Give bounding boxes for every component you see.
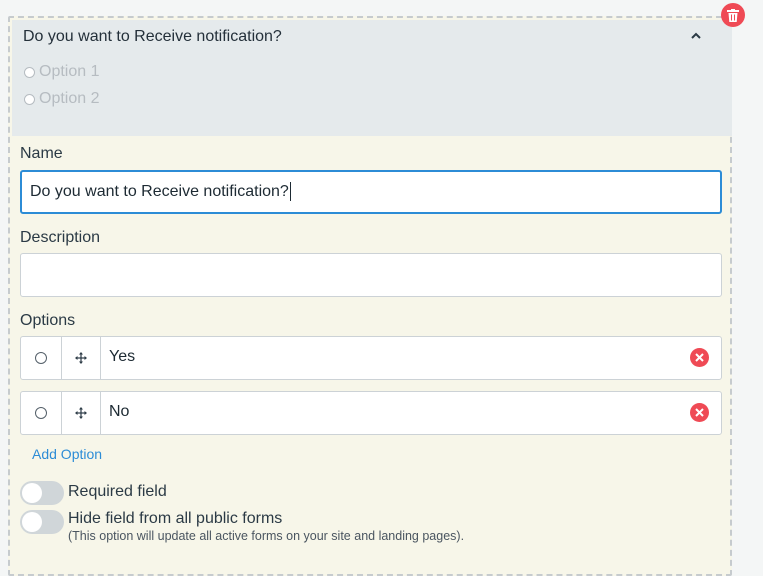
preview-title: Do you want to Receive notification? — [23, 28, 282, 45]
field-preview[interactable]: Do you want to Receive notification? Opt… — [12, 20, 732, 136]
option-value-input[interactable]: Yes — [109, 348, 135, 366]
name-label: Name — [20, 145, 63, 162]
default-option-radio[interactable] — [21, 392, 62, 434]
toggle-knob — [22, 483, 42, 503]
close-icon — [695, 408, 704, 417]
required-field-label: Required field — [68, 483, 167, 500]
drag-handle[interactable] — [61, 337, 101, 379]
trash-icon — [727, 8, 739, 22]
name-input[interactable]: Do you want to Receive notification? — [20, 170, 722, 214]
hide-field-hint: (This option will update all active form… — [68, 529, 465, 543]
move-icon — [74, 407, 87, 419]
move-icon — [74, 352, 87, 364]
delete-field-button[interactable] — [721, 3, 745, 27]
remove-option-button[interactable] — [690, 348, 709, 367]
option-value-input[interactable]: No — [109, 403, 129, 421]
radio-icon — [24, 66, 35, 78]
options-label: Options — [20, 312, 76, 329]
hide-field-label: Hide field from all public forms — [68, 510, 283, 527]
preview-option: Option 2 — [24, 90, 99, 108]
remove-option-button[interactable] — [690, 403, 709, 422]
description-label: Description — [20, 229, 101, 246]
radio-icon — [35, 352, 47, 364]
toggle-knob — [22, 512, 42, 532]
radio-icon — [24, 93, 35, 105]
description-input[interactable] — [20, 253, 722, 297]
hide-field-toggle[interactable] — [20, 510, 64, 534]
option-row: No — [20, 391, 722, 435]
default-option-radio[interactable] — [21, 337, 62, 379]
add-option-link[interactable]: Add Option — [32, 446, 102, 462]
preview-option: Option 1 — [24, 63, 99, 81]
close-icon — [695, 353, 704, 362]
text-cursor — [289, 182, 291, 202]
chevron-up-icon[interactable] — [690, 30, 702, 42]
radio-icon — [35, 407, 47, 419]
required-field-toggle[interactable] — [20, 481, 64, 505]
option-row: Yes — [20, 336, 722, 380]
drag-handle[interactable] — [61, 392, 101, 434]
